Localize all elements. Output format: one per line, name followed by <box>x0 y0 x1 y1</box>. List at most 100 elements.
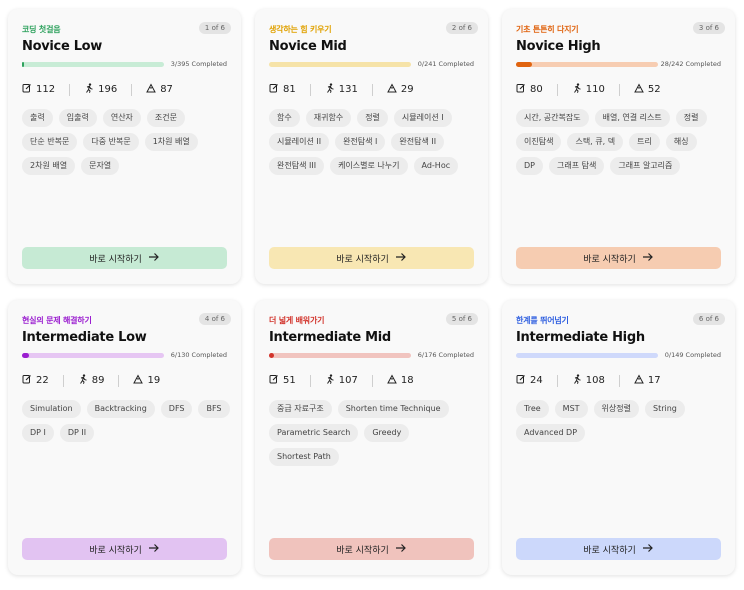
tag-chip: Advanced DP <box>516 424 586 442</box>
stat-solvers: 131 <box>325 83 358 96</box>
divider <box>371 374 373 387</box>
tag-chip: Shortest Path <box>269 448 339 466</box>
stats-row: 24 108 17 <box>516 374 661 387</box>
start-button-label: 바로 시작하기 <box>583 254 636 265</box>
tag-chip: Greedy <box>364 424 410 442</box>
progress-row: 6/130 Completed <box>22 351 227 361</box>
arrow-right-icon <box>395 252 407 265</box>
edit-icon <box>22 374 32 387</box>
stat-solvers: 89 <box>78 374 104 387</box>
card-subtitle: 더 넓게 배워가기 <box>269 316 325 325</box>
stat-levels-value: 29 <box>400 84 414 95</box>
tag-chip: 중급 자료구조 <box>269 400 332 418</box>
tag-chip: 조건문 <box>146 109 186 127</box>
start-button[interactable]: 바로 시작하기 <box>269 247 474 269</box>
tag-chip: 배열, 연결 리스트 <box>594 109 670 127</box>
stat-problems-value: 22 <box>36 375 49 386</box>
arrow-right-icon <box>148 252 160 265</box>
stats-row: 80 110 52 <box>516 83 661 96</box>
progress-fill <box>22 353 29 358</box>
tag-chip: Simulation <box>22 400 81 418</box>
mountain-icon <box>133 374 144 387</box>
card-subtitle: 한계를 뛰어넘기 <box>516 316 569 325</box>
runner-icon <box>325 83 335 96</box>
tag-chip: Ad-Hoc <box>413 157 459 175</box>
progress-bar <box>516 62 658 67</box>
tag-chip: 위상정렬 <box>593 400 639 418</box>
start-button[interactable]: 바로 시작하기 <box>22 538 227 560</box>
arrow-right-icon <box>642 543 654 556</box>
progress-row: 6/176 Completed <box>269 351 474 361</box>
stat-problems: 22 <box>22 374 49 387</box>
tag-list: 중급 자료구조 Shorten time Technique Parametric … <box>269 400 479 466</box>
start-button-label: 바로 시작하기 <box>583 545 636 556</box>
progress-text: 6/176 Completed <box>417 351 474 359</box>
progress-bar <box>269 353 411 358</box>
stat-problems: 112 <box>22 83 55 96</box>
start-button[interactable]: 바로 시작하기 <box>516 247 721 269</box>
tag-chip: Backtracking <box>86 400 155 418</box>
start-button-label: 바로 시작하기 <box>89 545 142 556</box>
stat-levels-value: 17 <box>647 375 661 386</box>
tag-chip: 그래프 알고리즘 <box>610 157 681 175</box>
stat-solvers: 107 <box>325 374 358 387</box>
stage-badge: 1 of 6 <box>198 22 231 34</box>
progress-text: 6/130 Completed <box>170 351 227 359</box>
stat-problems-value: 51 <box>283 375 296 386</box>
course-card: 생각하는 힘 키우기 2 of 6 Novice Mid 0/241 Compl… <box>255 9 488 284</box>
tag-chip: 정렬 <box>675 109 707 127</box>
stat-solvers: 110 <box>572 83 605 96</box>
tag-chip: 입출력 <box>58 109 97 127</box>
tag-list: Tree MST 위상정렬 String Advanced DP <box>516 400 726 442</box>
start-button-label: 바로 시작하기 <box>89 254 142 265</box>
stat-levels: 52 <box>633 83 661 96</box>
divider <box>556 374 558 387</box>
arrow-right-icon <box>642 252 654 265</box>
tag-list: 함수 재귀함수 정렬 시뮬레이션 I 시뮬레이션 II 완전탐색 I 완전탐색 II 완전탐색… <box>269 109 479 175</box>
stats-row: 112 196 87 <box>22 83 173 96</box>
tag-chip: String <box>645 400 685 418</box>
divider <box>618 374 620 387</box>
card-title: Novice High <box>516 39 601 54</box>
progress-fill <box>22 62 24 67</box>
tag-chip: 케이스별로 나누기 <box>330 157 408 175</box>
stage-badge: 6 of 6 <box>692 313 725 325</box>
tag-chip: 시뮬레이션 II <box>269 133 330 151</box>
edit-icon <box>22 83 32 96</box>
tag-chip: DP I <box>22 424 54 442</box>
progress-text: 3/395 Completed <box>170 60 227 68</box>
start-button[interactable]: 바로 시작하기 <box>269 538 474 560</box>
card-title: Intermediate Low <box>22 330 147 345</box>
course-grid: 코딩 첫걸음 1 of 6 Novice Low 3/395 Completed… <box>8 9 735 575</box>
card-title: Novice Low <box>22 39 103 54</box>
stage-badge: 4 of 6 <box>198 313 231 325</box>
card-subtitle: 현실의 문제 해결하기 <box>22 316 92 325</box>
divider <box>131 83 133 96</box>
tag-chip: 트리 <box>629 133 660 151</box>
progress-bar <box>22 353 164 358</box>
progress-bar <box>516 353 658 358</box>
tag-chip: 1차원 배열 <box>144 133 198 151</box>
course-card: 한계를 뛰어넘기 6 of 6 Intermediate High 0/149 … <box>502 300 735 575</box>
stage-badge: 3 of 6 <box>692 22 725 34</box>
stat-problems: 51 <box>269 374 296 387</box>
progress-text: 0/241 Completed <box>417 60 474 68</box>
course-card: 기초 튼튼히 다지기 3 of 6 Novice High 28/242 Com… <box>502 9 735 284</box>
tag-chip: 시간, 공간복잡도 <box>516 109 589 127</box>
stat-levels-value: 18 <box>400 375 414 386</box>
runner-icon <box>572 374 582 387</box>
tag-list: Simulation Backtracking DFS BFS DP I DP II <box>22 400 232 442</box>
tag-chip: MST <box>554 400 588 418</box>
start-button[interactable]: 바로 시작하기 <box>22 247 227 269</box>
tag-chip: 다중 반복문 <box>83 133 139 151</box>
stat-levels: 18 <box>386 374 414 387</box>
stat-solvers-value: 110 <box>585 84 605 95</box>
stat-levels-value: 52 <box>647 84 661 95</box>
progress-fill <box>269 353 274 358</box>
start-button[interactable]: 바로 시작하기 <box>516 538 721 560</box>
stat-solvers: 108 <box>572 374 605 387</box>
tag-chip: 해싱 <box>665 133 697 151</box>
divider <box>69 83 71 96</box>
stat-levels: 87 <box>146 83 173 96</box>
card-subtitle: 생각하는 힘 키우기 <box>269 25 332 34</box>
